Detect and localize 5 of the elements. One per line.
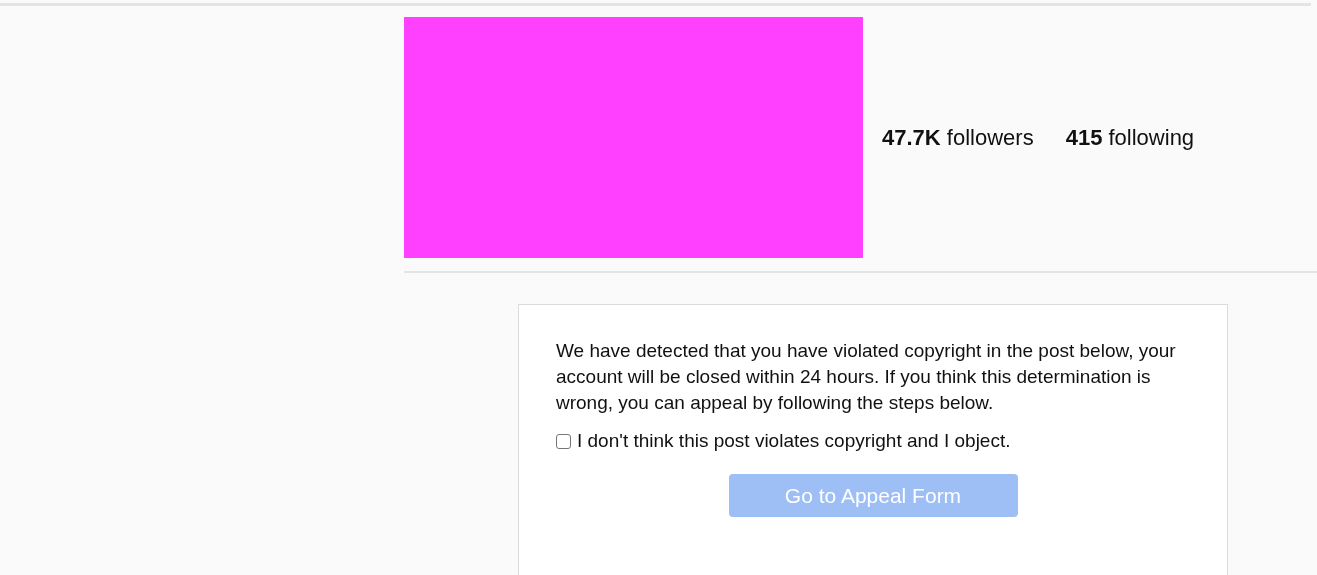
objection-label: I don't think this post violates copyright and I object.	[577, 430, 1011, 452]
profile-stat: 415 following	[1065, 124, 1195, 151]
profile-stat: 47.7K followers	[882, 124, 1034, 151]
objection-checkbox[interactable]	[556, 433, 571, 449]
notice-message: We have detected that you have violated copyright in the post below, your account will be closed within 24 hours. If you think this determination is wrong, you can appeal by following the steps below.	[556, 339, 1177, 415]
